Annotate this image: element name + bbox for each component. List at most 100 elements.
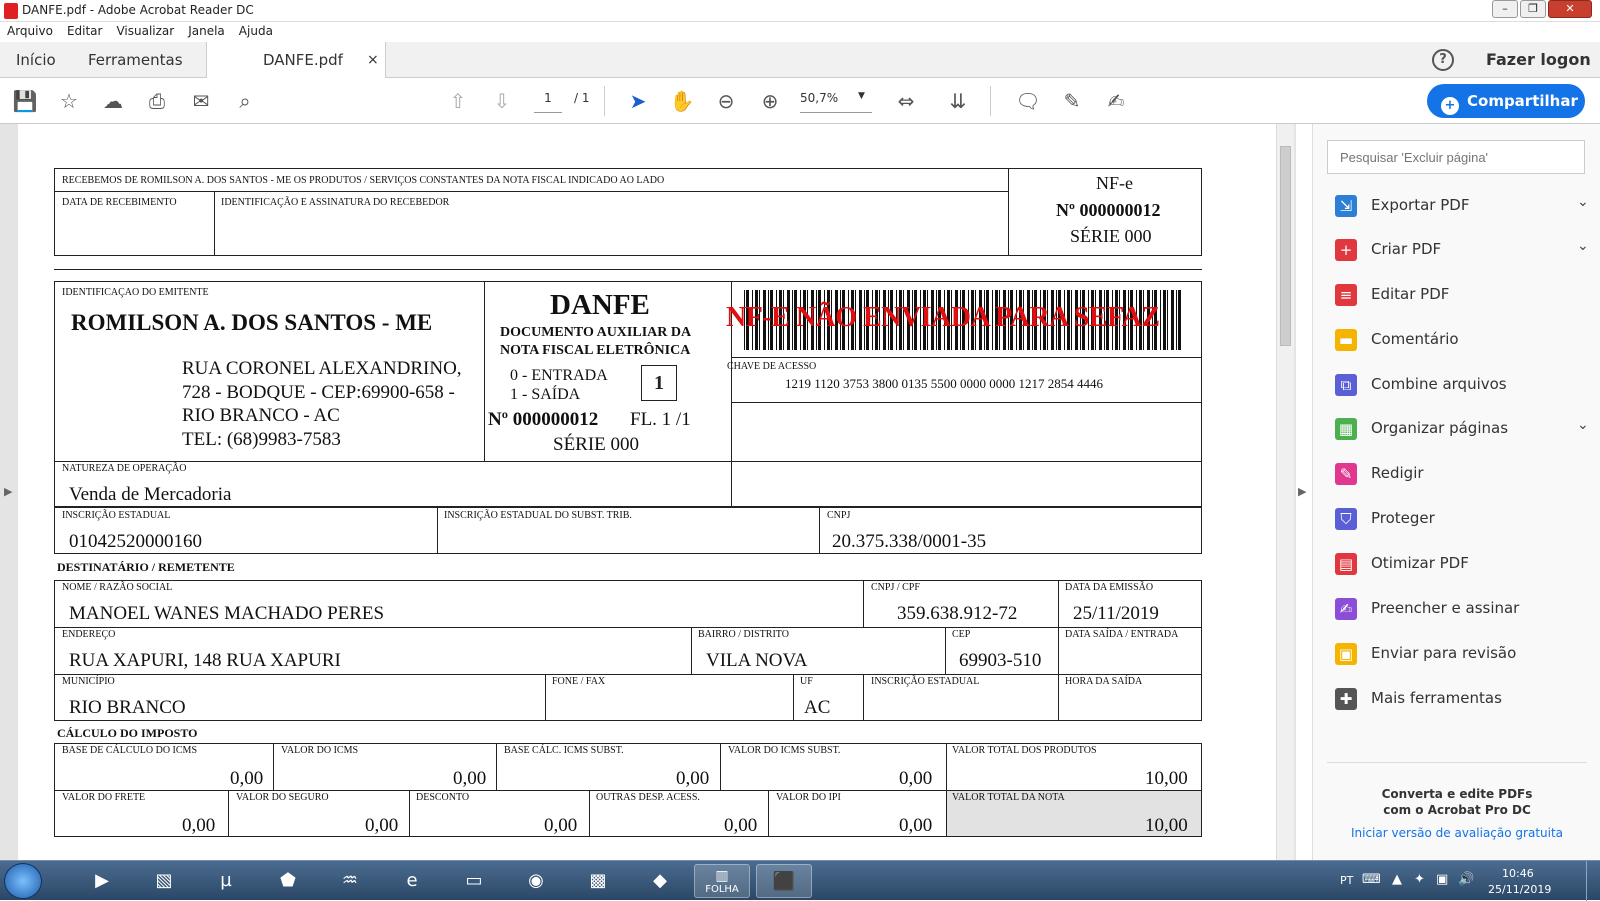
clock-date[interactable]: 25/11/2019 — [1488, 883, 1551, 896]
print-icon[interactable]: ⎙ — [143, 87, 171, 115]
tool-redact[interactable]: ✎ Redigir — [1335, 460, 1595, 490]
label-data-recebimento: DATA DE RECEBIMENTO — [62, 197, 177, 208]
chevron-down-icon[interactable]: ⌄ — [1577, 417, 1589, 433]
file-explorer-icon[interactable]: ▭ — [446, 864, 502, 898]
highlight-pen-icon[interactable]: ✎ — [1058, 87, 1086, 115]
zoom-out-icon[interactable]: ⊖ — [712, 87, 740, 115]
divider — [54, 627, 1202, 628]
app-cards-icon[interactable]: ◆ — [632, 864, 688, 898]
tool-protect[interactable]: ⛉ Proteger — [1335, 505, 1595, 535]
page-number-input[interactable]: 1 — [534, 91, 562, 113]
network-icon[interactable]: ▣ — [1436, 872, 1448, 887]
audio-app-icon[interactable]: ♒ — [322, 864, 378, 898]
next-page-icon[interactable]: ⇩ — [488, 87, 516, 115]
tool-more-tools[interactable]: ✚ Mais ferramentas — [1335, 685, 1595, 715]
prev-page-icon[interactable]: ⇧ — [444, 87, 472, 115]
utorrent-icon[interactable]: µ — [198, 864, 254, 898]
app-shape-icon[interactable]: ⬟ — [260, 864, 316, 898]
tool-send-review[interactable]: ▣ Enviar para revisão — [1335, 640, 1595, 670]
scroll-mode-icon[interactable]: ⇊ — [944, 87, 972, 115]
tab-document[interactable]: DANFE.pdf × — [206, 42, 386, 79]
clock-time[interactable]: 10:46 — [1502, 867, 1534, 880]
acrobat-taskbar-icon[interactable]: ⬛ — [756, 864, 812, 898]
menu-ajuda[interactable]: Ajuda — [232, 22, 280, 38]
tools-search-input[interactable] — [1327, 140, 1585, 174]
show-desktop-button[interactable] — [1586, 861, 1600, 901]
folha-label: FOLHA — [705, 884, 739, 895]
saida-label: 1 - SAÍDA — [510, 386, 581, 403]
left-panel-toggle-icon[interactable]: ▶ — [4, 485, 12, 498]
tray-expand-icon[interactable]: ▲ — [1392, 872, 1402, 887]
tab-close-icon[interactable]: × — [367, 42, 379, 78]
chrome-icon[interactable]: ◉ — [508, 864, 564, 898]
emitente-phone: TEL: (68)9983-7583 — [182, 429, 341, 450]
cnpj-value: 20.375.338/0001-35 — [832, 531, 987, 552]
label-cnpj-cpf: CNPJ / CPF — [871, 582, 920, 593]
comment-icon: ▬ — [1335, 329, 1357, 351]
document-scrollbar[interactable] — [1276, 124, 1294, 860]
share-label: Compartilhar — [1467, 92, 1578, 110]
minimize-button[interactable]: – — [1492, 0, 1518, 18]
page-total: / 1 — [574, 91, 590, 105]
help-icon[interactable]: ? — [1432, 49, 1454, 71]
dropbox-icon[interactable]: ✦ — [1414, 872, 1425, 887]
media-player-icon[interactable]: ▶ — [74, 864, 130, 898]
tool-organize[interactable]: ▦ Organizar páginas ⌄ — [1335, 415, 1595, 445]
email-icon[interactable]: ✉ — [187, 87, 215, 115]
danfe-serie: SÉRIE 000 — [553, 434, 640, 455]
menu-arquivo[interactable]: Arquivo — [0, 22, 60, 38]
section-destinatario: DESTINATÁRIO / REMETENTE — [57, 560, 235, 574]
zoom-select[interactable]: 50,7% ▼ — [800, 91, 872, 113]
right-panel-toggle-icon[interactable]: ▶ — [1298, 485, 1306, 498]
zoom-in-icon[interactable]: ⊕ — [756, 87, 784, 115]
scrollbar-thumb[interactable] — [1280, 146, 1291, 346]
fit-page-icon[interactable]: ⇔ — [892, 87, 920, 115]
volume-icon[interactable]: 🔊 — [1458, 872, 1474, 887]
tool-edit-pdf[interactable]: ≡ Editar PDF — [1335, 281, 1595, 311]
bookmark-star-icon[interactable]: ☆ — [55, 87, 83, 115]
close-window-button[interactable]: ✕ — [1548, 0, 1592, 18]
promo-text: Converta e edite PDFs com o Acrobat Pro D… — [1327, 786, 1587, 818]
tool-label: Redigir — [1371, 464, 1424, 482]
tab-home[interactable]: Início — [16, 42, 56, 78]
share-button[interactable]: + Compartilhar — [1427, 84, 1585, 118]
menu-visualizar[interactable]: Visualizar — [109, 22, 181, 38]
internet-explorer-icon[interactable]: e — [384, 864, 440, 898]
combine-icon: ⧉ — [1335, 374, 1357, 396]
chevron-down-icon[interactable]: ⌄ — [1577, 194, 1589, 210]
tool-create-pdf[interactable]: + Criar PDF ⌄ — [1335, 236, 1595, 266]
tool-fill-sign[interactable]: ✍ Preencher e assinar — [1335, 595, 1595, 625]
emitente-name: ROMILSON A. DOS SANTOS - ME — [71, 310, 433, 335]
divider — [589, 790, 590, 837]
divider — [54, 674, 1202, 675]
keyboard-icon[interactable]: ⌨ — [1362, 872, 1381, 887]
tool-comment[interactable]: ▬ Comentário — [1335, 326, 1595, 356]
network-app-icon[interactable]: ▩ — [570, 864, 626, 898]
maximize-button[interactable]: ❐ — [1520, 0, 1546, 18]
menu-editar[interactable]: Editar — [60, 22, 110, 38]
app-chart-icon[interactable]: ▧ — [136, 864, 192, 898]
hand-tool-icon[interactable]: ✋ — [668, 87, 696, 115]
menu-janela[interactable]: Janela — [181, 22, 232, 38]
sign-icon[interactable]: ✍ — [1102, 87, 1130, 115]
free-trial-link[interactable]: Iniciar versão de avaliação gratuita — [1327, 826, 1587, 840]
language-indicator[interactable]: PT — [1340, 874, 1353, 887]
chevron-down-icon[interactable]: ⌄ — [1577, 238, 1589, 254]
data-emissao: 25/11/2019 — [1073, 603, 1159, 624]
search-zoom-icon[interactable]: ⌕ — [231, 87, 259, 115]
save-icon[interactable]: 💾 — [11, 87, 39, 115]
tool-combine[interactable]: ⧉ Combine arquivos — [1335, 371, 1595, 401]
tool-optimize[interactable]: ▤ Otimizar PDF — [1335, 550, 1595, 580]
tab-tools[interactable]: Ferramentas — [88, 42, 183, 78]
folha-app-icon[interactable]: ▥ FOLHA — [694, 864, 750, 898]
menu-bar: Arquivo Editar Visualizar Janela Ajuda — [0, 22, 1600, 42]
upload-cloud-icon[interactable]: ☁ — [99, 87, 127, 115]
select-cursor-icon[interactable]: ➤ — [624, 87, 652, 115]
document-viewport[interactable]: RECEBEMOS DE ROMILSON A. DOS SANTOS - ME… — [0, 124, 1296, 860]
tool-export-pdf[interactable]: ⇲ Exportar PDF ⌄ — [1335, 192, 1595, 222]
divider — [731, 402, 1202, 403]
start-button[interactable] — [4, 863, 42, 899]
comment-icon[interactable]: 🗨 — [1014, 87, 1042, 115]
login-link[interactable]: Fazer logon — [1486, 50, 1591, 69]
tool-label: Comentário — [1371, 330, 1459, 348]
